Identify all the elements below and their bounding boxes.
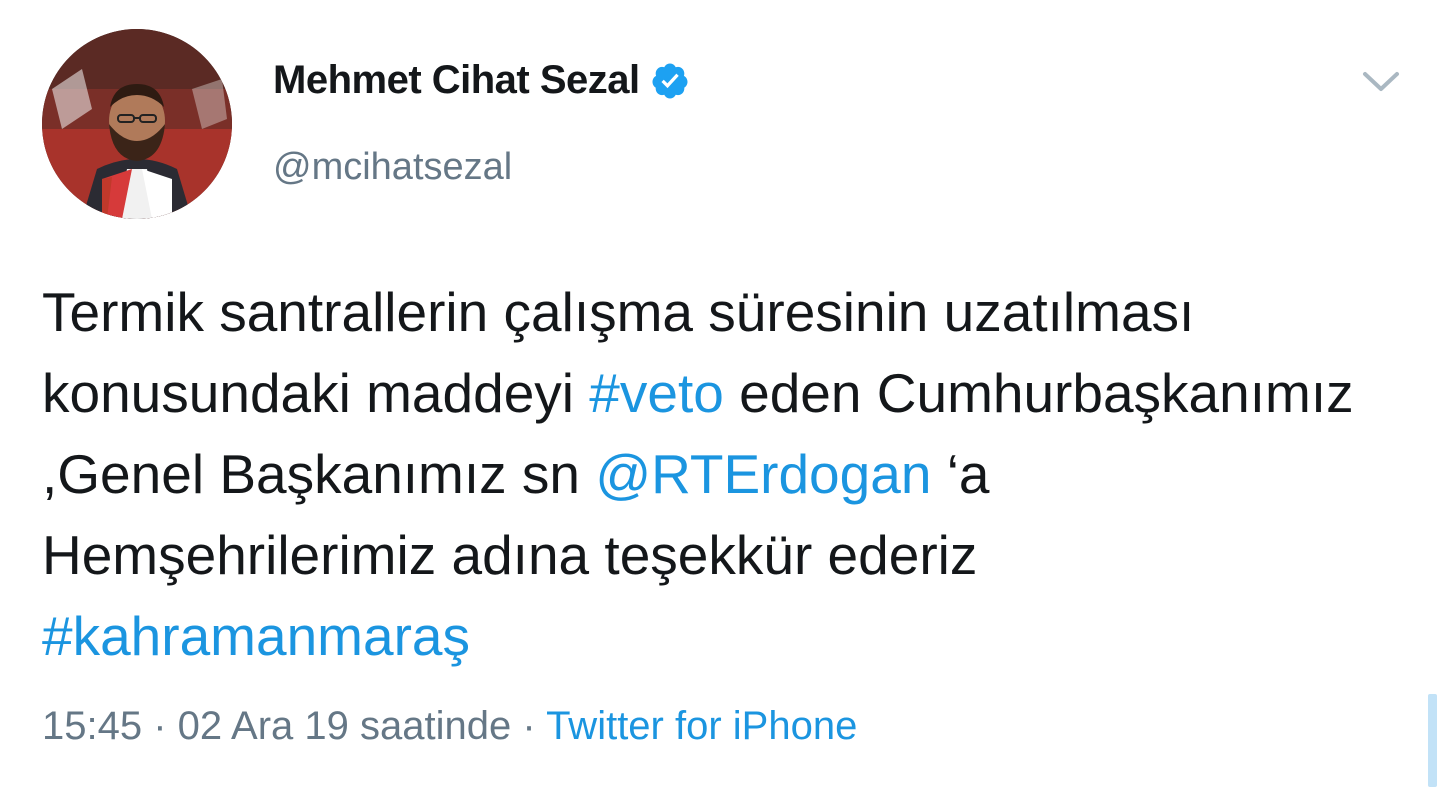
tweet-time[interactable]: 15:45 <box>42 704 142 748</box>
tweet-date[interactable]: 02 Ara 19 saatinde <box>178 704 512 748</box>
avatar-image <box>42 29 232 219</box>
tweet-metadata: 15:45 · 02 Ara 19 saatinde · Twitter for… <box>42 704 857 749</box>
name-row: Mehmet Cihat Sezal <box>273 58 690 103</box>
meta-separator: · <box>142 704 178 748</box>
verified-badge-icon <box>650 61 690 101</box>
tweet-menu-button[interactable] <box>1360 66 1402 96</box>
author-display-name[interactable]: Mehmet Cihat Sezal <box>273 58 640 103</box>
chevron-down-icon <box>1363 72 1399 91</box>
hashtag-kahramanmaras[interactable]: #kahramanmaraş <box>42 605 470 667</box>
scroll-indicator[interactable] <box>1428 694 1437 787</box>
tweet-card: Mehmet Cihat Sezal @mcihatsezal Termik s… <box>0 0 1440 787</box>
tweet-source-link[interactable]: Twitter for iPhone <box>546 704 857 748</box>
tweet-text: Termik santrallerin çalışma süresinin uz… <box>42 272 1362 677</box>
author-handle[interactable]: @mcihatsezal <box>273 146 512 189</box>
meta-separator: · <box>511 704 547 748</box>
author-avatar[interactable] <box>42 29 232 219</box>
hashtag-veto[interactable]: #veto <box>589 362 724 424</box>
mention-rterdogan[interactable]: @RTErdogan <box>595 443 931 505</box>
